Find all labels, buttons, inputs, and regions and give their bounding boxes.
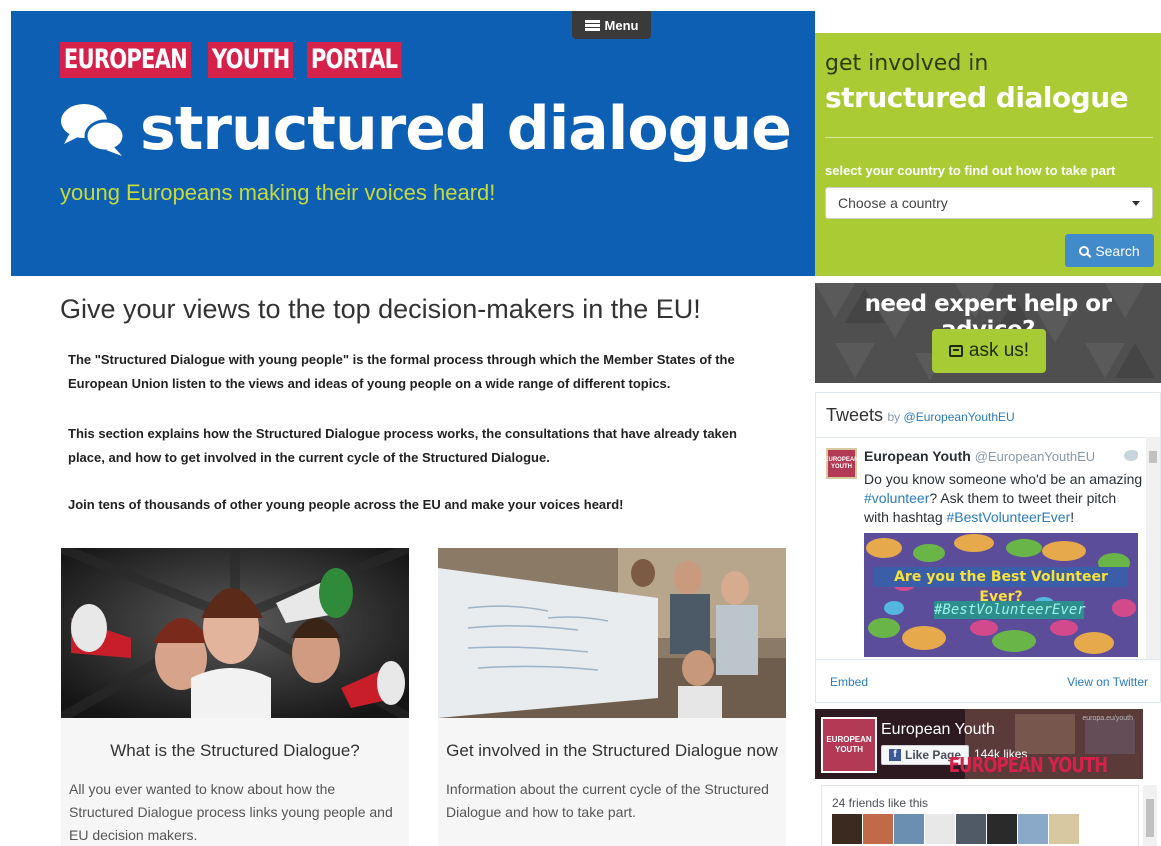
portal-logo-word: YOUTH (207, 42, 294, 78)
tweets-by: by @EuropeanYouthEU (887, 410, 1015, 424)
facebook-widget: EUROPEAN YOUTH European Youth f Like Pag… (815, 709, 1161, 846)
avatar[interactable] (863, 814, 893, 844)
get-involved-panel: get involved in structured dialogue sele… (815, 33, 1161, 276)
europa-url: europa.eu/youth (1082, 715, 1133, 722)
portal-logo-word: PORTAL (307, 42, 402, 78)
avatar[interactable] (956, 814, 986, 844)
tweet-image-hashtag: #BestVolunteerEver (934, 601, 1086, 619)
card-text: Information about the current cycle of t… (446, 781, 769, 820)
twitter-widget: Tweets by @EuropeanYouthEU EUROPEAN YOUT… (815, 392, 1161, 703)
avatar[interactable] (1049, 814, 1079, 844)
avatar[interactable] (894, 814, 924, 844)
scrollbar-thumb[interactable] (1149, 451, 1157, 463)
tweets-heading: Tweets (826, 405, 884, 425)
friend-avatars (832, 814, 1079, 844)
tweet-image-banner: Are you the Best Volunteer Ever? (874, 567, 1128, 605)
intro-paragraph: The "Structured Dialogue with young peop… (68, 352, 735, 391)
speech-bubbles-icon (61, 104, 126, 156)
facebook-page-thumbnail[interactable]: EUROPEAN YOUTH (821, 717, 877, 773)
workshop-photo (438, 548, 786, 718)
site-title-text: structured dialogue (140, 94, 792, 164)
view-on-twitter-link[interactable]: View on Twitter (1067, 675, 1148, 689)
page-heading: Give your views to the top decision-make… (60, 294, 701, 324)
hamburger-icon (584, 19, 600, 31)
tweet-image[interactable]: Are you the Best Volunteer Ever? #BestVo… (864, 533, 1138, 657)
search-button-label: Search (1095, 242, 1140, 259)
tweet-text: Do you know someone who'd be an amazing … (864, 471, 1143, 525)
megaphone-photo (61, 548, 409, 718)
tweets-by-link[interactable]: @EuropeanYouthEU (904, 410, 1015, 424)
tweet[interactable]: EUROPEAN YOUTH European Youth @EuropeanY… (816, 437, 1146, 657)
menu-label: Menu (604, 17, 639, 33)
card-text: All you ever wanted to know about how th… (69, 781, 393, 843)
tweets-header: Tweets by @EuropeanYouthEU (826, 405, 1015, 426)
intro-paragraph: Join tens of thousands of other young pe… (68, 497, 624, 512)
facebook-scrollbar[interactable] (1143, 785, 1157, 846)
portal-logo-word: EUROPEAN (60, 42, 191, 78)
tagline: young Europeans making their voices hear… (60, 180, 496, 205)
avatar[interactable] (925, 814, 955, 844)
european-youth-portal-logo[interactable]: EUROPEAN YOUTH PORTAL (60, 42, 428, 78)
avatar[interactable]: EUROPEAN YOUTH (825, 448, 859, 479)
scrollbar-thumb[interactable] (1146, 799, 1154, 837)
intro-paragraph: This section explains how the Structured… (68, 426, 737, 465)
tweet-author-handle: @EuropeanYouthEU (974, 449, 1096, 464)
twitter-bird-icon[interactable] (1124, 450, 1138, 461)
tweet-author-name: European Youth (864, 448, 971, 464)
card-title: What is the Structured Dialogue? (110, 741, 360, 760)
avatar[interactable] (1018, 814, 1048, 844)
friends-count: 24 friends like this (832, 796, 929, 810)
facebook-page-name[interactable]: European Youth (881, 721, 995, 739)
search-icon (1079, 245, 1090, 256)
tweet-author[interactable]: European Youth @EuropeanYouthEU (864, 448, 1095, 464)
get-involved-line1: get involved in (825, 51, 989, 76)
message-icon (948, 345, 963, 357)
ask-us-label: ask us! (968, 340, 1030, 361)
search-button[interactable]: Search (1065, 234, 1154, 267)
tweets-scrollbar[interactable] (1146, 437, 1160, 659)
country-select-value: Choose a country (838, 195, 948, 211)
caret-down-icon (1132, 200, 1140, 206)
page: Menu EUROPEAN YOUTH PORTAL structured di… (0, 0, 1161, 846)
expert-help-panel: need expert help or advice? ask us! (815, 283, 1161, 383)
card-title: Get involved in the Structured Dialogue … (446, 741, 778, 760)
get-involved-line2: structured dialogue (825, 81, 1129, 114)
avatar[interactable] (987, 814, 1017, 844)
menu-button[interactable]: Menu (572, 11, 651, 39)
european-youth-brand: EUROPEAN YOUTH (948, 753, 1108, 777)
card-what-is[interactable]: What is the Structured Dialogue? All you… (61, 548, 409, 846)
divider (825, 137, 1153, 138)
country-select[interactable]: Choose a country (825, 187, 1153, 219)
facebook-icon: f (888, 749, 901, 761)
hashtag-link[interactable]: #BestVolunteerEver (947, 509, 1071, 525)
site-title: structured dialogue (60, 94, 792, 164)
friends-panel: 24 friends like this (821, 785, 1139, 846)
ask-us-button[interactable]: ask us! (932, 329, 1046, 373)
embed-link[interactable]: Embed (830, 675, 868, 689)
facebook-cover[interactable]: EUROPEAN YOUTH European Youth f Like Pag… (815, 709, 1143, 779)
card-get-involved[interactable]: Get involved in the Structured Dialogue … (438, 548, 786, 846)
avatar[interactable] (832, 814, 862, 844)
country-prompt: select your country to find out how to t… (825, 163, 1116, 178)
tweets-footer: Embed View on Twitter (816, 659, 1160, 703)
hashtag-link[interactable]: #volunteer (864, 490, 929, 506)
